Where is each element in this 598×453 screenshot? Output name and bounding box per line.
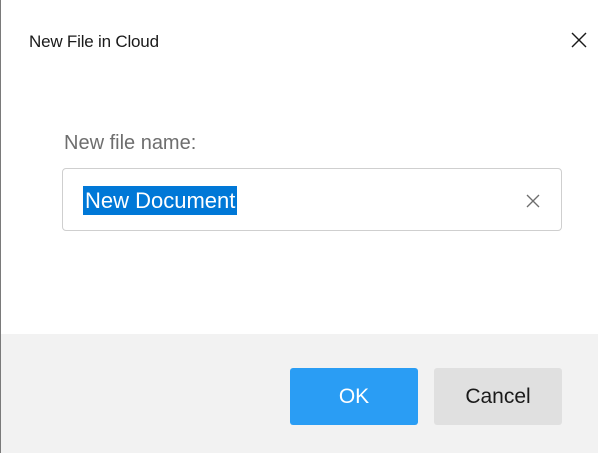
clear-icon xyxy=(526,194,540,208)
file-name-label: New file name: xyxy=(64,132,197,154)
clear-input-button[interactable] xyxy=(518,186,548,216)
cancel-button[interactable]: Cancel xyxy=(434,368,562,425)
dialog-titlebar: New File in Cloud xyxy=(1,0,598,82)
close-button[interactable] xyxy=(561,22,597,58)
new-file-dialog: New File in Cloud New file name: New Doc… xyxy=(0,0,598,453)
dialog-footer: OK Cancel xyxy=(1,334,598,453)
dialog-body: New file name: New Document xyxy=(1,82,598,334)
ok-button[interactable]: OK xyxy=(290,368,418,425)
dialog-title: New File in Cloud xyxy=(29,32,159,51)
file-name-value[interactable]: New Document xyxy=(83,186,238,215)
close-icon xyxy=(571,32,587,48)
file-name-input[interactable]: New Document xyxy=(62,168,562,231)
